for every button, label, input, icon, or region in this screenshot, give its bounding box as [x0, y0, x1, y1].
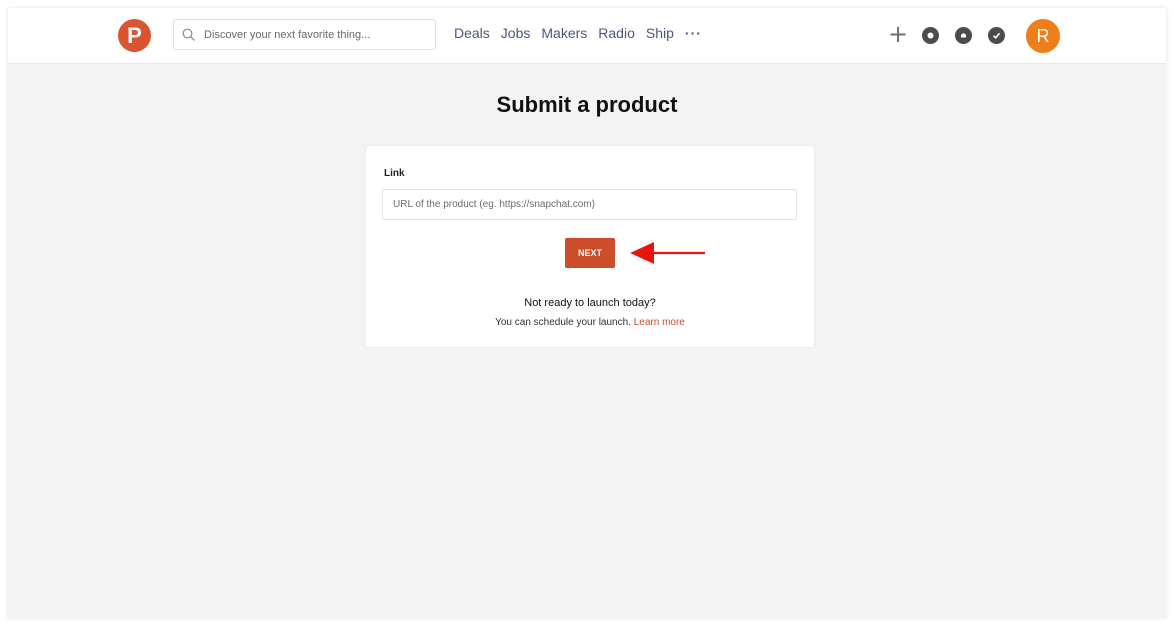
page-title: Submit a product — [496, 92, 678, 117]
main-nav: Deals Jobs Makers Radio Ship ··· — [454, 25, 713, 41]
link-label: Link — [384, 168, 405, 179]
learn-more-link[interactable]: Learn more — [634, 317, 685, 328]
check-icon[interactable] — [988, 27, 1005, 44]
nav-radio[interactable]: Radio — [598, 25, 635, 41]
top-navigation-bar: P Deals Jobs Makers Radio Ship ··· + — [8, 8, 1166, 64]
user-avatar[interactable]: R — [1026, 19, 1060, 53]
red-arrow-annotation — [630, 242, 705, 264]
product-hunt-logo[interactable]: P — [118, 19, 151, 52]
nav-ship[interactable]: Ship — [646, 25, 674, 41]
chat-icon[interactable] — [922, 27, 939, 44]
add-product-button[interactable]: + — [888, 22, 908, 46]
not-ready-text: Not ready to launch today? — [524, 297, 656, 309]
search-input[interactable] — [204, 28, 434, 41]
schedule-text: You can schedule your launch. Learn more — [366, 317, 814, 328]
submit-card: Link NEXT Not ready to launch today? You… — [365, 145, 815, 348]
nav-jobs[interactable]: Jobs — [501, 25, 531, 41]
app-window: P Deals Jobs Makers Radio Ship ··· + — [8, 8, 1166, 618]
search-box[interactable] — [173, 19, 436, 50]
search-icon — [182, 28, 196, 42]
nav-deals[interactable]: Deals — [454, 25, 490, 41]
bell-icon[interactable] — [955, 27, 972, 44]
schedule-label: You can schedule your launch. — [495, 317, 634, 328]
product-url-input[interactable] — [382, 189, 797, 220]
next-button[interactable]: NEXT — [565, 238, 615, 268]
more-menu-button[interactable]: ··· — [685, 25, 702, 41]
nav-makers[interactable]: Makers — [541, 25, 587, 41]
